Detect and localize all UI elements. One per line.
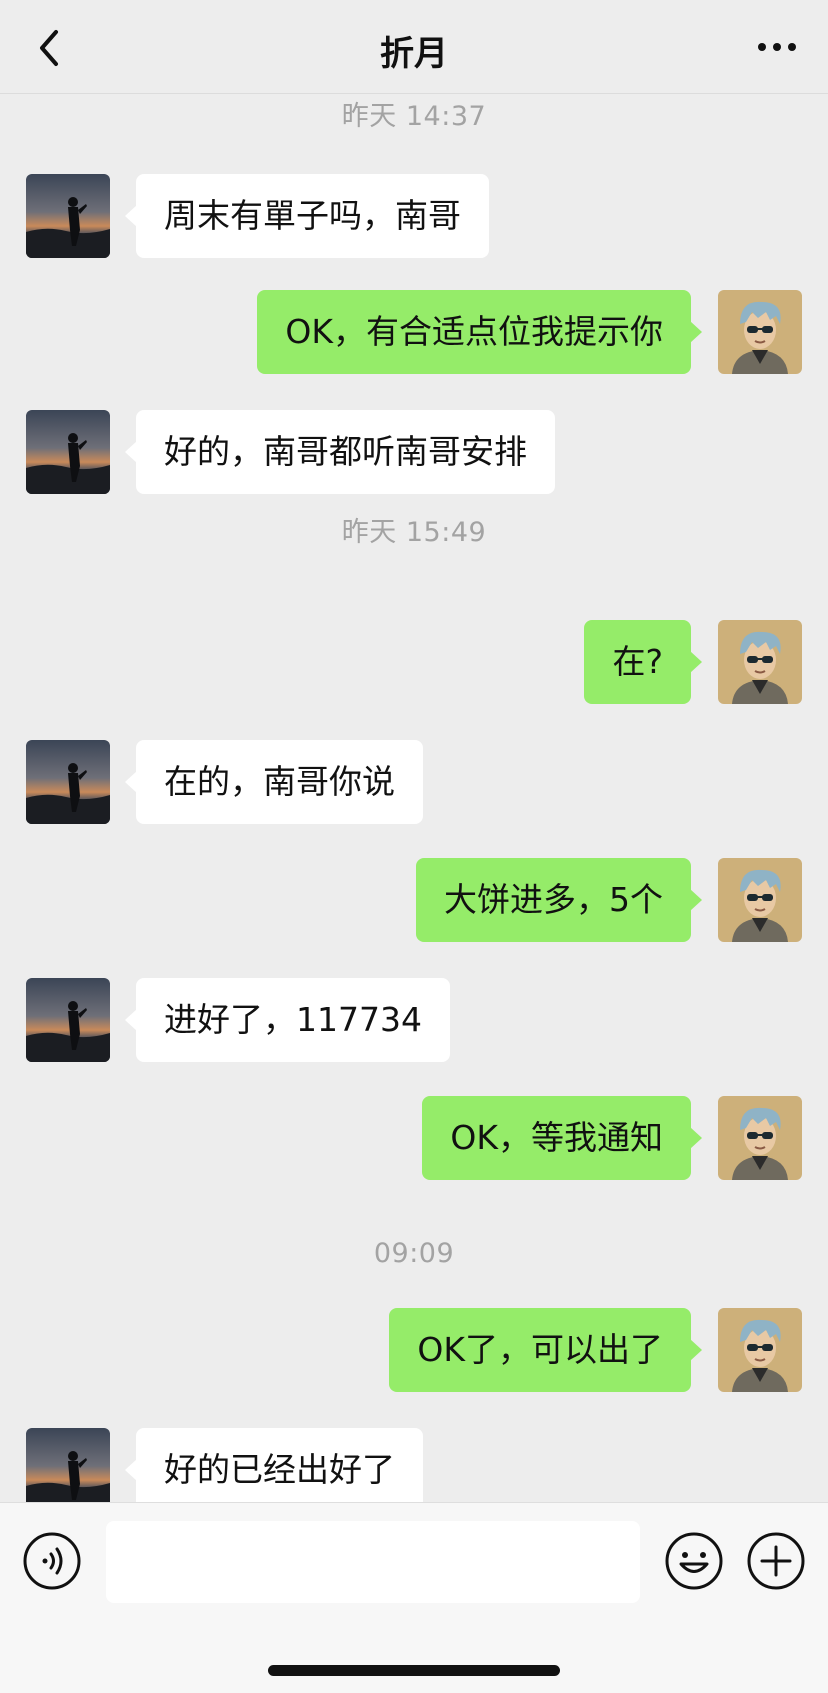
message-bubble-outgoing[interactable]: 大饼进多，5个: [416, 858, 702, 942]
voice-button[interactable]: [22, 1531, 82, 1591]
timestamp: 昨天 14:37: [341, 101, 487, 132]
my-avatar[interactable]: [718, 290, 802, 374]
my-avatar[interactable]: [718, 858, 802, 942]
input-bar: [0, 1502, 828, 1693]
message-bubble-incoming[interactable]: 好的已经出好了: [125, 1428, 423, 1502]
message-input[interactable]: [106, 1521, 640, 1603]
message-bubble-outgoing[interactable]: OK，等我通知: [422, 1096, 702, 1180]
chat-header: 折月: [0, 0, 828, 94]
message-bubble-outgoing[interactable]: OK了，可以出了: [389, 1308, 702, 1392]
home-indicator[interactable]: [268, 1665, 560, 1676]
timestamp: 昨天 15:49: [341, 517, 487, 548]
my-avatar[interactable]: [718, 1308, 802, 1392]
message-bubble-outgoing[interactable]: 在?: [584, 620, 702, 704]
contact-avatar[interactable]: [26, 1428, 110, 1502]
message-bubble-incoming[interactable]: 进好了，117734: [125, 978, 450, 1062]
message-bubble-incoming[interactable]: 好的，南哥都听南哥安排: [125, 410, 555, 494]
more-dots-icon: [758, 43, 796, 51]
message-list[interactable]: 昨天 14:37 周末有單子吗，南哥 OK，有合适点位我提示你 好的，南哥都听南…: [0, 94, 828, 1502]
message-bubble-incoming[interactable]: 周末有單子吗，南哥: [125, 174, 489, 258]
emoji-button[interactable]: [664, 1531, 724, 1591]
my-avatar[interactable]: [718, 1096, 802, 1180]
emoji-icon: [665, 1532, 723, 1590]
contact-avatar[interactable]: [26, 740, 110, 824]
message-bubble-incoming[interactable]: 在的，南哥你说: [125, 740, 423, 824]
plus-button[interactable]: [746, 1531, 806, 1591]
chat-title: 折月: [380, 34, 448, 74]
contact-avatar[interactable]: [26, 978, 110, 1062]
voice-icon: [23, 1532, 81, 1590]
plus-icon: [747, 1532, 805, 1590]
my-avatar[interactable]: [718, 620, 802, 704]
timestamp: 09:09: [373, 1238, 455, 1269]
contact-avatar[interactable]: [26, 174, 110, 258]
more-button[interactable]: [752, 30, 802, 64]
message-bubble-outgoing[interactable]: OK，有合适点位我提示你: [257, 290, 702, 374]
contact-avatar[interactable]: [26, 410, 110, 494]
